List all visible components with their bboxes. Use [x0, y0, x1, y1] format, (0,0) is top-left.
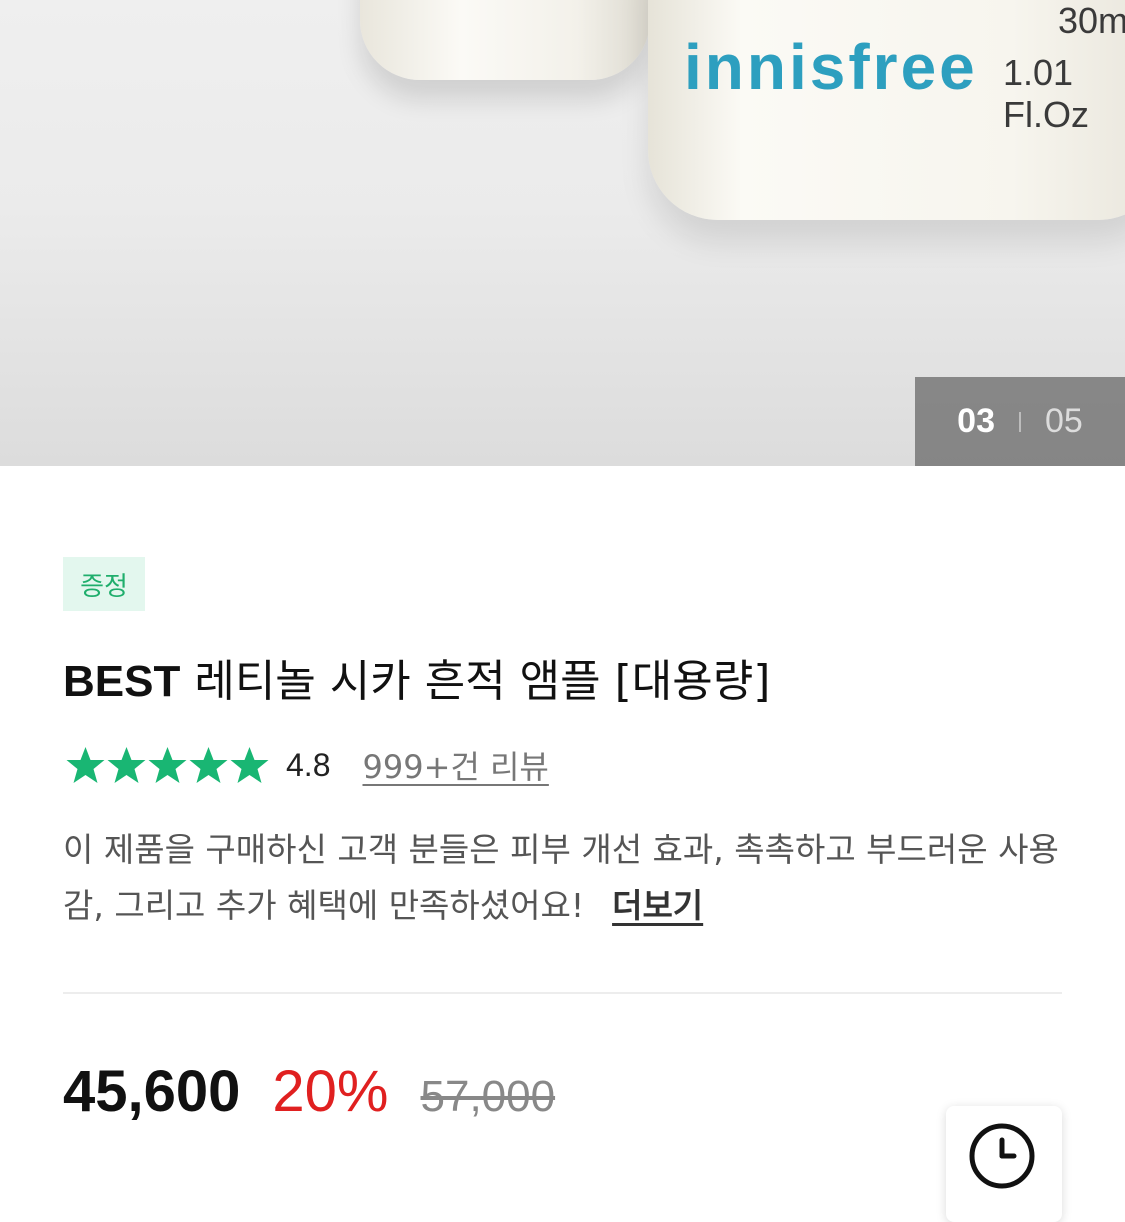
star-icon: [189, 747, 228, 783]
image-counter-divider: [1019, 411, 1021, 432]
image-counter-total: 05: [1045, 402, 1083, 440]
star-icon: [107, 747, 146, 783]
review-summary: 이 제품을 구매하신 고객 분들은 피부 개선 효과, 촉촉하고 부드러운 사용…: [63, 822, 1073, 934]
rating-score: 4.8: [286, 746, 331, 783]
image-counter: 03 05: [915, 377, 1125, 466]
price-row: 45,600 20% 57,000: [63, 1058, 555, 1125]
product-title: BEST 레티놀 시카 흔적 앰플 [대용량]: [63, 645, 770, 709]
star-icon: [230, 747, 269, 783]
section-divider: [63, 992, 1062, 994]
original-price: 57,000: [420, 1072, 556, 1121]
more-button[interactable]: 더보기: [612, 886, 703, 925]
brand-logo: innisfree: [684, 31, 978, 103]
review-count-link[interactable]: 999+건 리뷰: [362, 742, 548, 788]
product-title-name: 레티놀 시카 흔적 앰플 [대용량]: [180, 656, 771, 707]
clock-icon: [969, 1123, 1035, 1189]
review-summary-text: 이 제품을 구매하신 고객 분들은 피부 개선 효과, 촉촉하고 부드러운 사용…: [63, 830, 1059, 925]
star-icon: [148, 747, 187, 783]
product-title-prefix: BEST: [63, 657, 181, 706]
product-image-carousel[interactable]: innisfree 30ml 1.01 Fl.Oz 03 05: [0, 0, 1125, 466]
volume-ml-label: 30ml: [1058, 0, 1125, 41]
recent-view-button[interactable]: [946, 1106, 1062, 1222]
product-bottle-left: [360, 0, 650, 80]
discount-rate: 20%: [272, 1059, 389, 1124]
rating-stars: [65, 745, 270, 785]
image-counter-current: 03: [957, 402, 995, 440]
sale-price: 45,600: [63, 1059, 241, 1124]
volume-floz-label: 1.01 Fl.Oz: [1003, 52, 1089, 135]
gift-badge: 증정: [63, 557, 145, 611]
star-icon: [66, 747, 105, 783]
rating-row: 4.8 999+건 리뷰: [65, 742, 549, 788]
